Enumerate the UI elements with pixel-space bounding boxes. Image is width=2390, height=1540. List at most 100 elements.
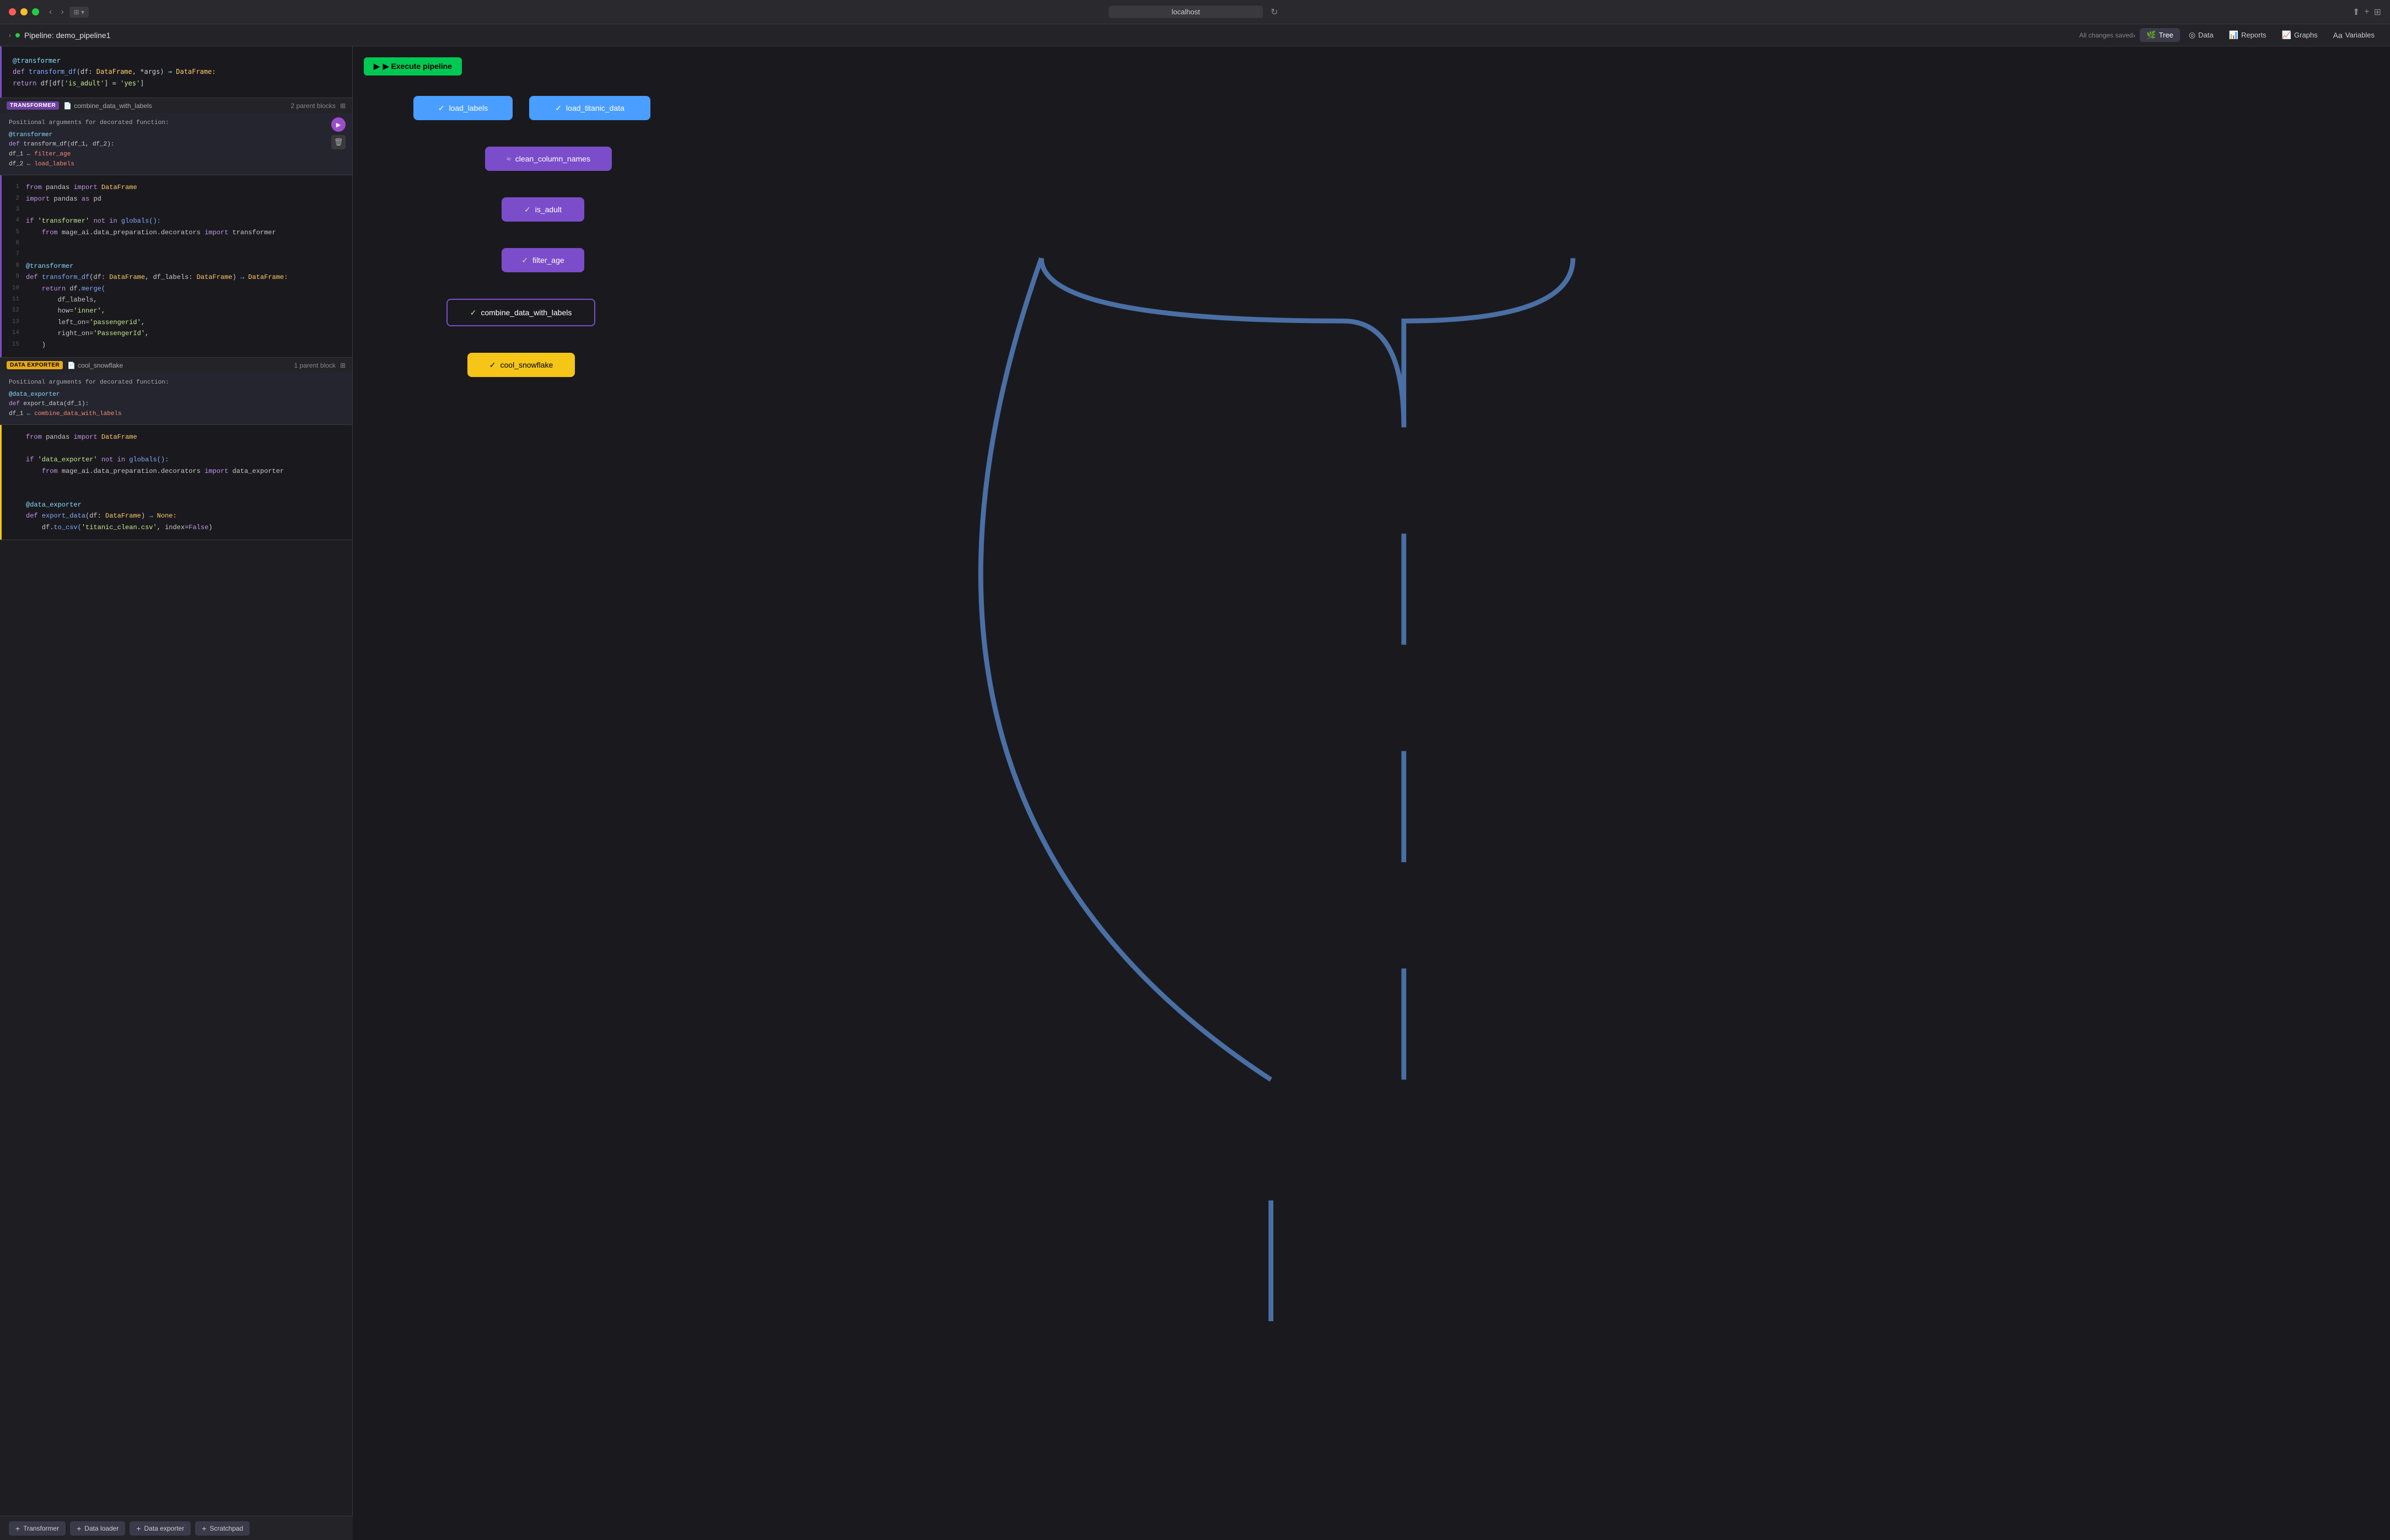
exp-code-line-2 [2,443,352,454]
url-bar[interactable]: localhost [1108,6,1263,18]
first-code-block: @transformer def transform_df(df: DataFr… [0,46,352,98]
node-combine-data[interactable]: ✓ combine_data_with_labels [446,299,595,326]
main-layout: @transformer def transform_df(df: DataFr… [0,46,2390,1540]
check-icon-load-titanic: ✓ [555,104,562,113]
tab-reports[interactable]: 📊 Reports [2222,28,2273,42]
positional-arg-line-3: df_1 ← filter_age [9,150,343,160]
data-exporter-expand-icon[interactable]: ⊞ [340,362,346,369]
transformer-block-header: TRANSFORMER 📄 combine_data_with_labels 2… [0,98,352,113]
node-clean-column-names[interactable]: ≈ clean_column_names [485,147,612,171]
titlebar-nav: ‹ › [46,6,67,18]
maximize-button[interactable] [32,8,39,15]
code-panel: @transformer def transform_df(df: DataFr… [0,46,353,1540]
check-icon-is-adult: ✓ [524,205,531,214]
tab-graphs[interactable]: 📈 Graphs [2275,28,2324,42]
exp-code-line-1: from pandas import DataFrame [2,432,352,443]
new-tab-button[interactable]: + [2364,7,2369,17]
tab-reports-label: Reports [2241,31,2267,39]
expand-sidebar-button[interactable]: ⊞ ▾ [69,7,89,18]
data-exporter-parent-info: 1 parent block [294,362,336,369]
data-tab-icon: ◎ [2189,30,2195,40]
first-block-code: @transformer def transform_df(df: DataFr… [0,46,352,98]
data-exporter-arg-line-3: df_1 ← combine_data_with_labels [9,410,343,419]
exp-code-line-6 [2,488,352,499]
transformer-file: 📄 combine_data_with_labels [63,102,152,110]
arrow-right-icon: › [2133,31,2136,40]
add-data-loader-button[interactable]: + Data loader [70,1521,125,1536]
node-filter-age-label: filter_age [532,256,564,265]
transformer-parent-info: 2 parent blocks [291,102,336,110]
check-icon-filter-age: ✓ [521,256,528,265]
reload-button[interactable]: ↻ [1267,6,1281,19]
add-data-loader-label: Data loader [84,1525,119,1532]
check-icon-clean: ≈ [507,154,511,163]
code-line-5: 5 from mage_ai.data_preparation.decorato… [2,227,352,238]
check-icon-load-labels: ✓ [438,104,445,113]
add-scratchpad-label: Scratchpad [209,1525,243,1532]
transformer-filename: combine_data_with_labels [74,102,152,110]
tab-variables[interactable]: Aa Variables [2327,29,2381,42]
data-exporter-filename: cool_snowflake [78,362,123,369]
bottom-toolbar: + Transformer + Data loader + Data expor… [0,1516,353,1540]
code-line-12: 12 how='inner', [2,305,352,316]
delete-block-button[interactable]: 🗑 [331,135,346,149]
node-load-titanic-label: load_titanic_data [566,104,625,112]
grid-button[interactable]: ⊞ [2374,7,2381,18]
node-load-labels[interactable]: ✓ load_labels [413,96,513,120]
exp-code-line-5 [2,477,352,488]
code-line-15: 15 ) [2,340,352,351]
code-line-6: 6 [2,238,352,249]
transformer-badge: TRANSFORMER [7,101,59,110]
data-exporter-block-info: 1 parent block ⊞ [294,362,346,369]
tree-tab-icon: 🌿 [2146,30,2156,40]
data-exporter-block: DATA EXPORTER 📄 cool_snowflake 1 parent … [0,358,352,540]
expand-arrow-icon[interactable]: › [9,31,11,39]
data-exporter-positional-label: Positional arguments for decorated funct… [9,378,343,388]
exp-code-line-7: @data_exporter [2,499,352,510]
node-snowflake-label: cool_snowflake [500,360,553,369]
check-icon-snowflake: ✓ [489,360,496,370]
node-cool-snowflake[interactable]: ✓ cool_snowflake [467,353,575,377]
positional-arg-line-1: @transformer [9,131,343,141]
code-line-4: 4 if 'transformer' not in globals(): [2,216,352,227]
transformer-block: TRANSFORMER 📄 combine_data_with_labels 2… [0,98,352,358]
positional-arg-line-2: def transform_df(df_1, df_2): [9,140,343,150]
pipeline-header-left: › Pipeline: demo_pipeline1 [9,31,2079,40]
tab-tree-label: Tree [2159,31,2173,39]
pipeline-title: Pipeline: demo_pipeline1 [24,31,110,40]
execute-label: ▶ Execute pipeline [383,62,452,71]
tab-graphs-label: Graphs [2294,31,2318,39]
execute-icon: ▶ [374,62,380,71]
data-exporter-file: 📄 cool_snowflake [67,362,123,369]
code-line-8: 8 @transformer [2,261,352,272]
check-icon-combine: ✓ [470,308,477,317]
traffic-lights [9,8,39,15]
execute-pipeline-button[interactable]: ▶ ▶ Execute pipeline [364,57,462,76]
minimize-button[interactable] [20,8,28,15]
code-line-return1: return df[df['is_adult'] = 'yes'] [13,78,341,89]
forward-button[interactable]: › [57,6,67,18]
code-line-1: 1 from pandas import DataFrame [2,182,352,193]
exp-code-line-8: def export_data(df: DataFrame) → None: [2,510,352,521]
add-data-exporter-label: Data exporter [144,1525,185,1532]
node-is-adult[interactable]: ✓ is_adult [502,197,584,222]
code-line-2: 2 import pandas as pd [2,193,352,204]
back-button[interactable]: ‹ [46,6,55,18]
add-data-exporter-button[interactable]: + Data exporter [130,1521,191,1536]
data-exporter-block-header: DATA EXPORTER 📄 cool_snowflake 1 parent … [0,358,352,373]
share-button[interactable]: ⬆ [2353,7,2360,18]
tab-tree[interactable]: 🌿 Tree [2140,28,2180,42]
tab-data[interactable]: ◎ Data [2182,28,2220,42]
close-button[interactable] [9,8,16,15]
toolbar-spacer [0,540,352,564]
add-scratchpad-button[interactable]: + Scratchpad [195,1521,250,1536]
add-data-loader-icon: + [77,1524,81,1533]
node-load-titanic-data[interactable]: ✓ load_titanic_data [529,96,650,120]
exp-code-line-3: if 'data_exporter' not in globals(): [2,454,352,465]
node-filter-age[interactable]: ✓ filter_age [502,248,584,272]
transformer-expand-icon[interactable]: ⊞ [340,102,346,110]
add-scratchpad-icon: + [202,1524,206,1533]
titlebar-center: localhost ↻ [1108,6,1281,19]
run-block-button[interactable]: ▶ [331,117,346,132]
add-transformer-button[interactable]: + Transformer [9,1521,66,1536]
